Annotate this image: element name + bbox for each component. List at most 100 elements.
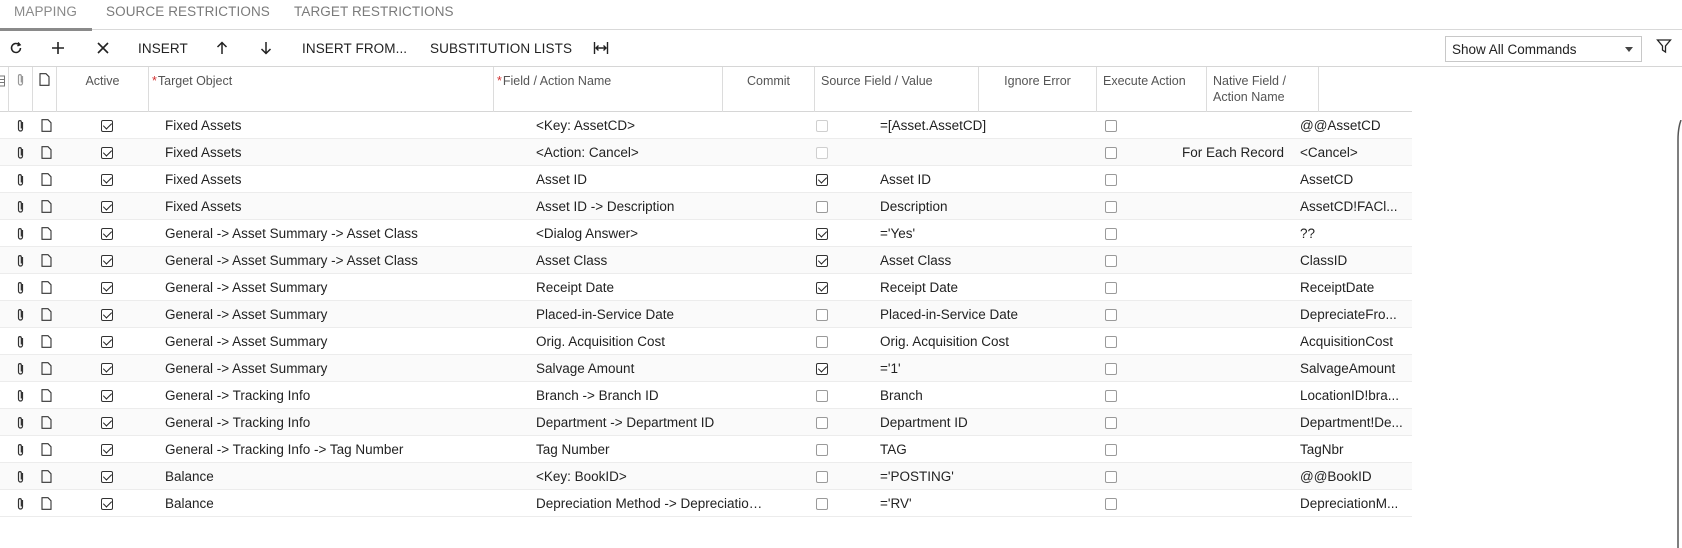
ignore-error-checkbox[interactable] [1105,363,1117,375]
active-checkbox[interactable] [101,390,113,402]
target-object-cell[interactable]: General -> Tracking Info [165,409,485,438]
ignore-error-checkbox[interactable] [1105,228,1117,240]
insert-button[interactable]: INSERT [130,30,196,66]
commit-checkbox[interactable] [816,390,828,402]
note-icon[interactable] [41,281,52,299]
paperclip-icon[interactable] [16,308,26,327]
table-row[interactable]: General -> Tracking Info -> Tag Number Ta… [0,436,1412,463]
note-icon[interactable] [41,254,52,272]
paperclip-icon[interactable] [16,254,26,273]
execute-action-cell[interactable] [1182,247,1302,276]
commit-checkbox[interactable] [816,201,828,213]
field-action-cell[interactable]: Depreciation Method -> Depreciation... [536,490,764,519]
field-action-cell[interactable]: Placed-in-Service Date [536,301,764,330]
source-field-cell[interactable]: ='POSTING' [880,463,1040,492]
commit-checkbox[interactable] [816,336,828,348]
execute-action-cell[interactable]: For Each Record [1182,139,1302,168]
source-field-cell[interactable]: TAG [880,436,1040,465]
column-header-source-field[interactable]: Source Field / Value [815,67,979,112]
note-icon[interactable] [41,200,52,218]
paperclip-icon[interactable] [16,443,26,462]
paperclip-icon[interactable] [16,470,26,489]
field-action-cell[interactable]: Department -> Department ID [536,409,764,438]
field-action-cell[interactable]: Branch -> Branch ID [536,382,764,411]
target-object-cell[interactable]: General -> Tracking Info [165,382,485,411]
source-field-cell[interactable] [880,139,1040,168]
table-row[interactable]: Fixed Assets Asset ID Asset ID AssetCD [0,166,1412,193]
tab-target-restrictions[interactable]: TARGET RESTRICTIONS [294,0,454,30]
ignore-error-checkbox[interactable] [1105,147,1117,159]
note-icon[interactable] [41,227,52,245]
active-checkbox[interactable] [101,363,113,375]
ignore-error-checkbox[interactable] [1105,174,1117,186]
note-icon[interactable] [41,146,52,164]
target-object-cell[interactable]: Balance [165,463,485,492]
paperclip-icon[interactable] [16,416,26,435]
source-field-cell[interactable]: Asset ID [880,166,1040,195]
target-object-cell[interactable]: Fixed Assets [165,139,485,168]
ignore-error-checkbox[interactable] [1105,417,1117,429]
execute-action-cell[interactable] [1182,166,1302,195]
ignore-error-checkbox[interactable] [1105,471,1117,483]
target-object-cell[interactable]: Fixed Assets [165,193,485,222]
target-object-cell[interactable]: General -> Asset Summary [165,328,485,357]
execute-action-cell[interactable] [1182,328,1302,357]
ignore-error-checkbox[interactable] [1105,309,1117,321]
ignore-error-checkbox[interactable] [1105,120,1117,132]
field-action-cell[interactable]: Asset ID -> Description [536,193,764,222]
commit-checkbox[interactable] [816,228,828,240]
note-icon[interactable] [41,470,52,488]
commit-checkbox[interactable] [816,417,828,429]
paperclip-icon[interactable] [16,119,26,138]
ignore-error-checkbox[interactable] [1105,444,1117,456]
move-down-button[interactable] [254,30,278,66]
refresh-button[interactable] [4,30,28,66]
execute-action-cell[interactable] [1182,409,1302,438]
paperclip-icon[interactable] [16,389,26,408]
table-row[interactable]: General -> Asset Summary Receipt Date Rece… [0,274,1412,301]
source-field-cell[interactable]: Branch [880,382,1040,411]
execute-action-cell[interactable] [1182,355,1302,384]
table-row[interactable]: General -> Asset Summary -> Asset Class A… [0,247,1412,274]
execute-action-cell[interactable] [1182,463,1302,492]
source-field-cell[interactable]: Placed-in-Service Date [880,301,1040,330]
field-action-cell[interactable]: <Key: AssetCD> [536,112,764,141]
column-header-ignore-error[interactable]: Ignore Error [979,67,1097,112]
paperclip-icon[interactable] [16,146,26,165]
delete-row-button[interactable] [91,30,115,66]
add-row-button[interactable] [46,30,70,66]
filter-button[interactable] [1656,38,1676,60]
execute-action-cell[interactable] [1182,220,1302,249]
note-icon[interactable] [41,389,52,407]
ignore-error-checkbox[interactable] [1105,201,1117,213]
column-header-execute-action[interactable]: Execute Action [1097,67,1207,112]
target-object-cell[interactable]: General -> Tracking Info -> Tag Number [165,436,485,465]
table-row[interactable]: General -> Tracking Info Branch -> Branch… [0,382,1412,409]
vertical-scrollbar[interactable] [1676,120,1682,548]
target-object-cell[interactable]: Fixed Assets [165,166,485,195]
column-header-native-field[interactable]: Native Field / Action Name [1207,67,1319,112]
active-checkbox[interactable] [101,471,113,483]
note-icon[interactable] [41,416,52,434]
target-object-cell[interactable]: General -> Asset Summary [165,355,485,384]
active-checkbox[interactable] [101,309,113,321]
table-row[interactable]: General -> Asset Summary -> Asset Class <… [0,220,1412,247]
field-action-cell[interactable]: Asset ID [536,166,764,195]
note-icon[interactable] [41,335,52,353]
execute-action-cell[interactable] [1182,112,1302,141]
tab-mapping[interactable]: MAPPING [0,0,92,31]
commit-checkbox[interactable] [816,309,828,321]
row-selector-header[interactable] [0,67,9,112]
column-header-target-object[interactable]: *Target Object [149,67,494,112]
source-field-cell[interactable]: Receipt Date [880,274,1040,303]
paperclip-icon[interactable] [16,200,26,219]
active-checkbox[interactable] [101,201,113,213]
paperclip-icon[interactable] [16,281,26,300]
source-field-cell[interactable]: =[Asset.AssetCD] [880,112,1040,141]
execute-action-cell[interactable] [1182,382,1302,411]
ignore-error-checkbox[interactable] [1105,282,1117,294]
table-row[interactable]: Fixed Assets Asset ID -> Description Descr… [0,193,1412,220]
active-checkbox[interactable] [101,498,113,510]
field-action-cell[interactable]: Tag Number [536,436,764,465]
field-action-cell[interactable]: Orig. Acquisition Cost [536,328,764,357]
